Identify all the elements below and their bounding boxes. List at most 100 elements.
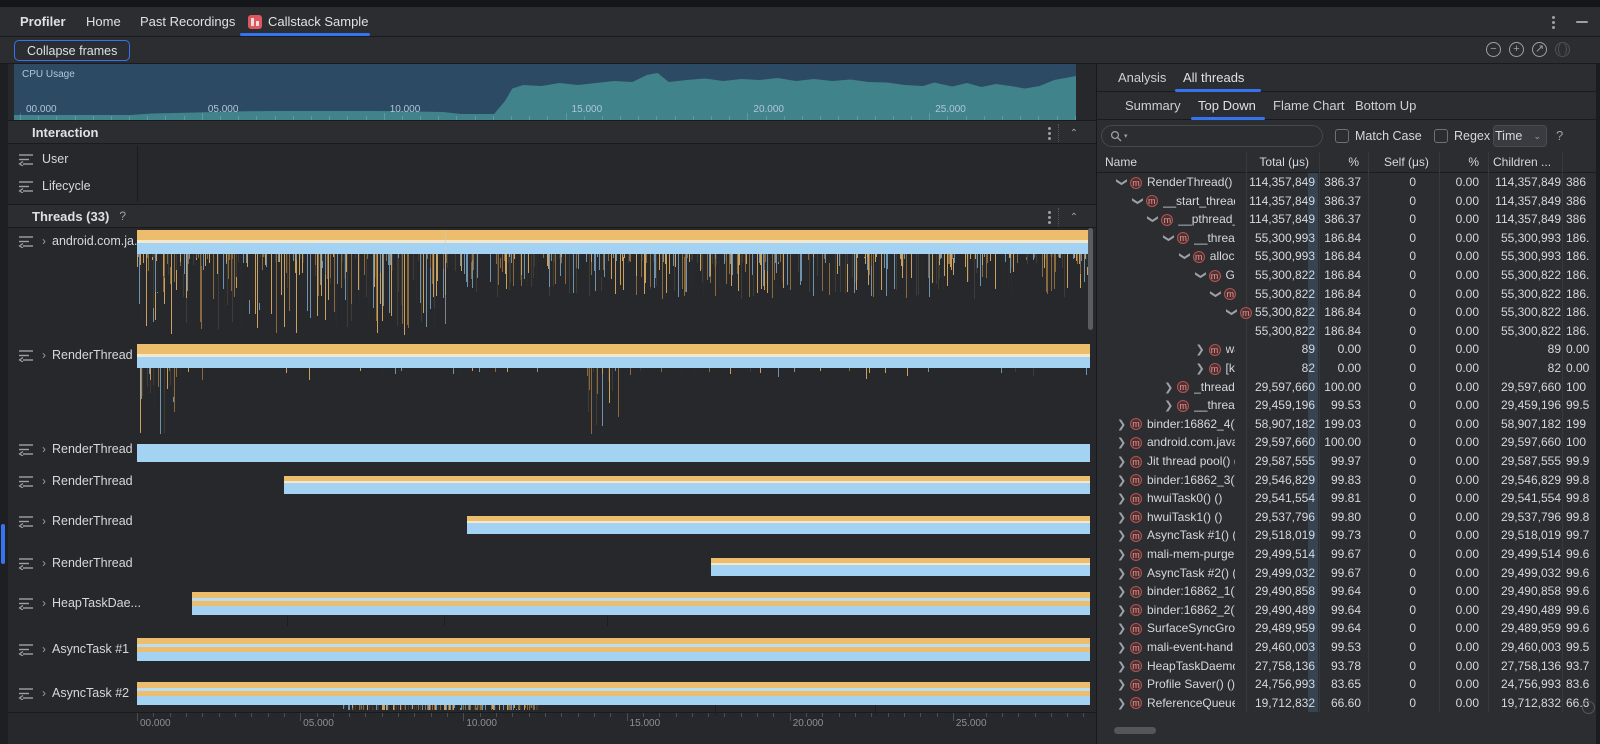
tree-expand-icon[interactable]: ❯ [1147, 215, 1160, 225]
table-row[interactable]: ❯m_threadL29,597,660100.0000.0029,597,66… [1097, 378, 1600, 397]
thread-label[interactable]: ›AsyncTask #1 [18, 642, 129, 656]
thread-track-row[interactable]: ›RenderThread [8, 550, 1096, 590]
thread-track-row[interactable]: ›AsyncTask #2 [8, 680, 1096, 712]
thread-activity-bar[interactable] [711, 558, 1090, 576]
chevron-right-icon[interactable]: › [42, 596, 46, 610]
col-name[interactable]: Name [1105, 155, 1137, 169]
table-row[interactable]: ❯mmali-event-hand29,460,00399.5300.0029,… [1097, 638, 1600, 657]
table-row[interactable]: ❯mhwuiTask1() ()29,537,79699.8000.0029,5… [1097, 508, 1600, 527]
thread-label[interactable]: ›HeapTaskDae... [18, 596, 141, 610]
table-row[interactable]: ❯mRenderThread() (114,357,849386.3700.00… [1097, 173, 1600, 192]
thread-activity-bar[interactable] [192, 592, 1090, 615]
table-row[interactable]: ❯mbinder:16862_4()58,907,182199.0300.005… [1097, 415, 1600, 434]
match-case-checkbox[interactable] [1335, 129, 1349, 143]
tab-analysis[interactable]: Analysis [1118, 64, 1166, 91]
search-field[interactable]: ▾ [1101, 125, 1323, 147]
table-row[interactable]: ❯m__start_thread114,357,849386.3700.0011… [1097, 192, 1600, 211]
tree-collapse-icon[interactable]: ❯ [1117, 567, 1127, 580]
thread-activity-bar[interactable] [137, 230, 1090, 254]
table-row[interactable]: ❯m__thread29,459,19699.5300.0029,459,196… [1097, 396, 1600, 415]
tree-collapse-icon[interactable]: ❯ [1196, 343, 1206, 356]
chevron-right-icon[interactable]: › [42, 556, 46, 570]
tree-collapse-icon[interactable]: ❯ [1117, 660, 1127, 673]
tree-collapse-icon[interactable]: ❯ [1117, 511, 1127, 524]
chevron-right-icon[interactable]: › [42, 442, 46, 456]
thread-label[interactable]: ›AsyncTask #2 [18, 686, 129, 700]
search-options-caret-icon[interactable]: ▾ [1124, 132, 1128, 140]
thread-track-row[interactable]: ›android.com.ja... [8, 228, 1096, 342]
thread-track-row[interactable]: ›AsyncTask #1 [8, 636, 1096, 680]
interaction-row-user[interactable]: User [18, 152, 68, 166]
chevron-right-icon[interactable]: › [42, 474, 46, 488]
interaction-section-header[interactable]: Interaction ⌃ [8, 120, 1096, 144]
tab-past-recordings[interactable]: Past Recordings [140, 7, 235, 36]
col-total[interactable]: Total (μs) [1243, 155, 1309, 169]
thread-label[interactable]: ›RenderThread [18, 556, 133, 570]
thread-label[interactable]: ›RenderThread [18, 348, 133, 362]
tree-expand-icon[interactable]: ❯ [1210, 289, 1223, 299]
table-row[interactable]: ❯mHeapTaskDaemo27,758,13693.7800.0027,75… [1097, 657, 1600, 676]
reset-zoom-icon[interactable]: ↗ [1532, 42, 1547, 57]
table-row[interactable]: ❯mbinder:16862_2()29,490,48999.6400.0029… [1097, 601, 1600, 620]
tool-window-stripe-indicator[interactable] [1, 524, 5, 564]
regex-checkbox[interactable] [1434, 129, 1448, 143]
tree-expand-icon[interactable]: ❯ [1178, 252, 1191, 262]
col-children[interactable]: Children ... [1493, 155, 1551, 169]
threads-section-header[interactable]: Threads (33) ? ⌃ [8, 204, 1096, 228]
tree-collapse-icon[interactable]: ❯ [1164, 399, 1174, 412]
tree-collapse-icon[interactable]: ❯ [1117, 604, 1127, 617]
tree-collapse-icon[interactable]: ❯ [1196, 362, 1206, 375]
col-total-pct[interactable]: % [1319, 155, 1359, 169]
table-row[interactable]: ❯mbinder:16862_3()29,546,82999.8300.0029… [1097, 471, 1600, 490]
filter-dropdown[interactable]: Time ⌄ [1493, 125, 1547, 147]
kebab-menu-icon[interactable] [1546, 14, 1560, 30]
thread-activity-bar[interactable] [137, 344, 1090, 368]
thread-track-row[interactable]: ›RenderThread [8, 508, 1096, 550]
thread-label[interactable]: ›RenderThread [18, 442, 133, 456]
tab-flame-chart[interactable]: Flame Chart [1273, 92, 1345, 119]
thread-activity-bar[interactable] [137, 682, 1090, 705]
tree-collapse-icon[interactable]: ❯ [1117, 622, 1127, 635]
tree-collapse-icon[interactable]: ❯ [1117, 418, 1127, 431]
table-row[interactable]: ❯mGra55,300,822186.8400.0055,300,822186. [1097, 266, 1600, 285]
chevron-right-icon[interactable]: › [42, 514, 46, 528]
tab-summary[interactable]: Summary [1125, 92, 1181, 119]
tree-collapse-icon[interactable]: ❯ [1117, 641, 1127, 654]
minimize-icon[interactable] [1576, 21, 1588, 23]
table-row[interactable]: ❯mi55,300,822186.8400.0055,300,822186. [1097, 285, 1600, 304]
tree-collapse-icon[interactable]: ❯ [1117, 436, 1127, 449]
thread-track-row[interactable]: ›RenderThread [8, 468, 1096, 508]
thread-activity-bar[interactable] [137, 444, 1090, 462]
table-row[interactable]: ❯malloca55,300,993186.8400.0055,300,9931… [1097, 247, 1600, 266]
tree-collapse-icon[interactable]: ❯ [1117, 697, 1127, 710]
col-self[interactable]: Self (μs) [1384, 155, 1429, 169]
chevron-right-icon[interactable]: › [42, 686, 46, 700]
tree-expand-icon[interactable]: ❯ [1194, 271, 1207, 281]
tree-expand-icon[interactable]: ❯ [1116, 178, 1129, 188]
tree-collapse-icon[interactable]: ❯ [1117, 678, 1127, 691]
thread-track-row[interactable]: ›RenderThread [8, 436, 1096, 468]
search-input[interactable] [1130, 129, 1300, 143]
table-row[interactable]: ❯m__pthread_s114,357,849386.3700.00114,3… [1097, 210, 1600, 229]
table-row[interactable]: ❯m__thread55,300,993186.8400.0055,300,99… [1097, 229, 1600, 248]
tab-top-down[interactable]: Top Down [1198, 92, 1256, 119]
chevron-right-icon[interactable]: › [42, 234, 46, 248]
thread-label[interactable]: ›RenderThread [18, 474, 133, 488]
thread-track-row[interactable]: ›RenderThread [8, 342, 1096, 436]
tree-collapse-icon[interactable]: ❯ [1117, 585, 1127, 598]
tree-expand-icon[interactable]: ❯ [1131, 196, 1144, 206]
collapse-frames-button[interactable]: Collapse frames [14, 40, 130, 61]
interaction-kebab-menu-icon[interactable] [1042, 125, 1056, 141]
table-row[interactable]: ❯mReferenceQueue19,712,83266.6000.0019,7… [1097, 694, 1600, 713]
table-row[interactable]: ❯m(55,300,822186.8400.0055,300,822186. [1097, 303, 1600, 322]
table-row[interactable]: ❯mAsyncTask #1() (29,518,01999.7300.0029… [1097, 526, 1600, 545]
interaction-row-lifecycle[interactable]: Lifecycle [18, 179, 91, 193]
threads-collapse-icon[interactable]: ⌃ [1066, 209, 1082, 225]
table-row[interactable]: 55,300,822186.8400.0055,300,822186. [1097, 322, 1600, 341]
tree-collapse-icon[interactable]: ❯ [1164, 381, 1174, 394]
tree-collapse-icon[interactable]: ❯ [1117, 455, 1127, 468]
thread-activity-bar[interactable] [137, 638, 1090, 661]
tree-collapse-icon[interactable]: ❯ [1117, 529, 1127, 542]
table-horizontal-scrollbar[interactable] [1114, 727, 1156, 734]
threads-kebab-menu-icon[interactable] [1042, 209, 1056, 225]
